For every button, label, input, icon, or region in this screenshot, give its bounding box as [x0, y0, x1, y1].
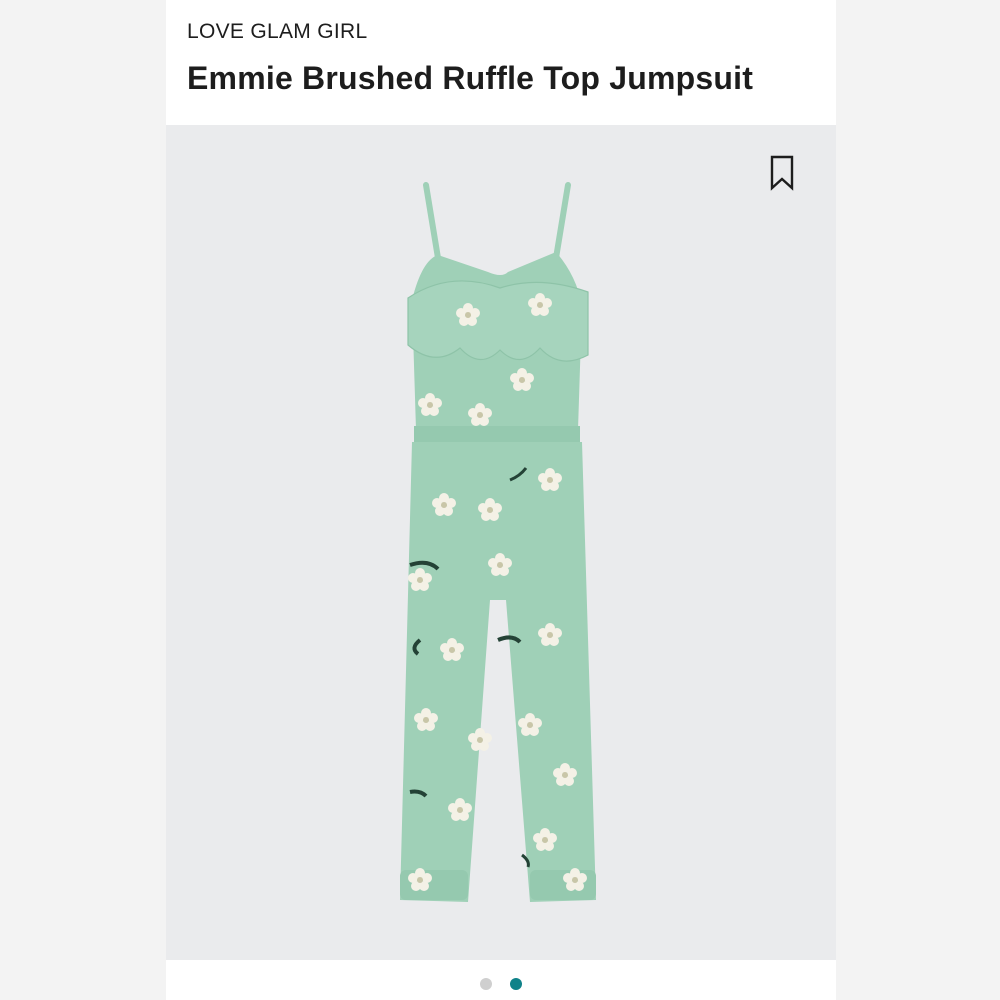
- pagination-dot-1[interactable]: [480, 978, 492, 990]
- backdrop-left: [0, 0, 166, 1000]
- backdrop-right: [834, 0, 1000, 1000]
- brand-name: LOVE GLAM GIRL: [187, 20, 368, 43]
- bookmark-icon[interactable]: [768, 155, 796, 191]
- product-card: LOVE GLAM GIRL Emmie Brushed Ruffle Top …: [166, 0, 836, 1000]
- product-title: Emmie Brushed Ruffle Top Jumpsuit: [187, 60, 754, 96]
- product-image: [400, 182, 596, 902]
- carousel-pagination: [166, 960, 836, 1000]
- pagination-dot-2-active[interactable]: [510, 978, 522, 990]
- product-image-carousel[interactable]: [166, 125, 836, 960]
- product-header: LOVE GLAM GIRL Emmie Brushed Ruffle Top …: [166, 0, 836, 125]
